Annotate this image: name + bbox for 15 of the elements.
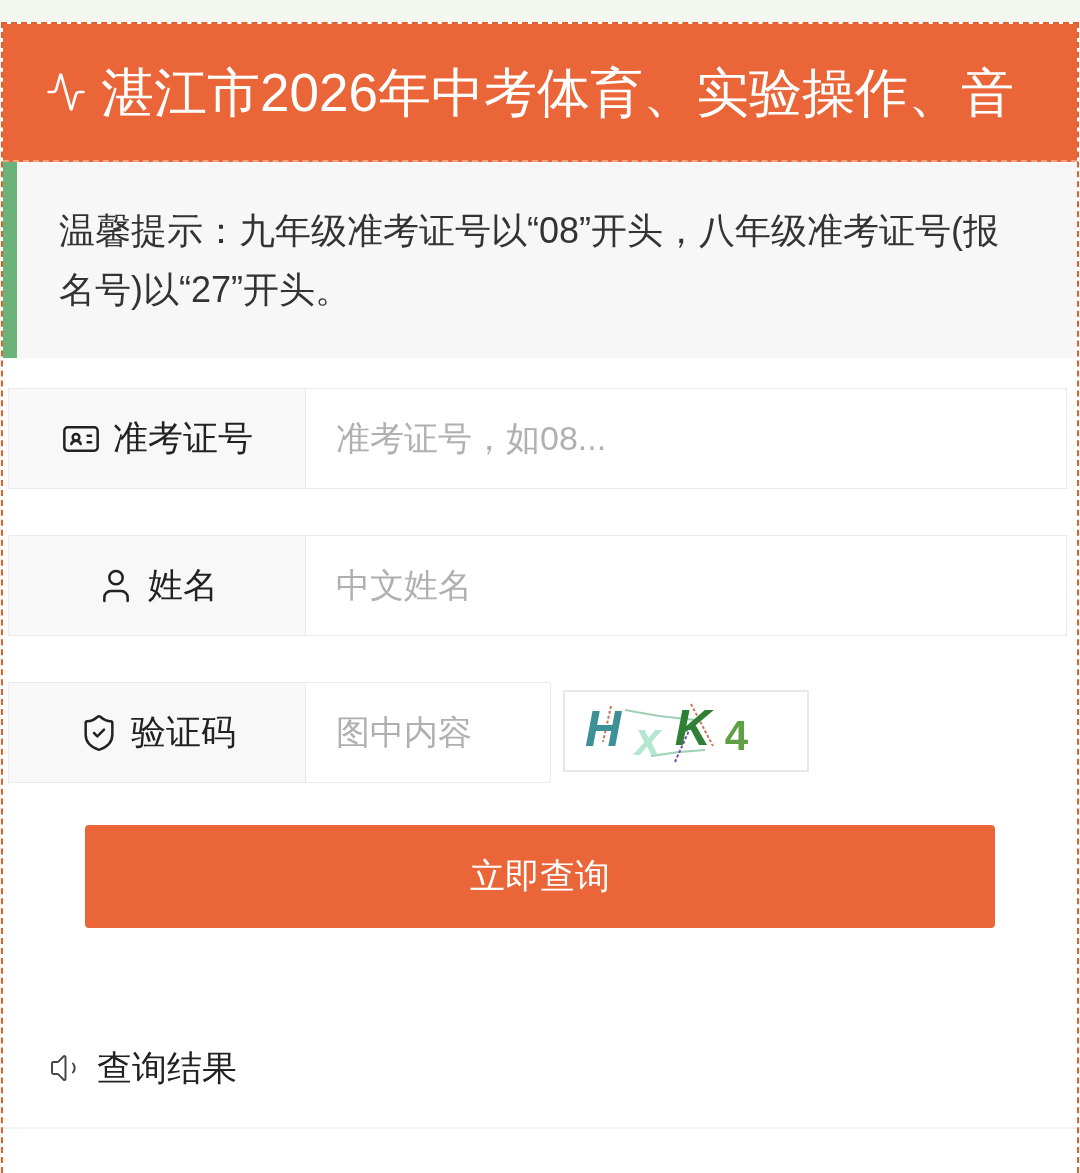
notice-text: 温馨提示：九年级准考证号以“08”开头，八年级准考证号(报名号)以“27”开头。 xyxy=(59,209,1000,312)
field-label: 准考证号 xyxy=(113,417,253,460)
text-input[interactable]: 中文姓名 xyxy=(306,535,1067,636)
captcha-character: x xyxy=(635,716,661,762)
pulse-icon xyxy=(45,71,87,113)
captcha-input[interactable]: 图中内容 xyxy=(306,682,551,783)
text-input[interactable]: 准考证号，如08... xyxy=(306,388,1067,489)
captcha-character: H xyxy=(585,704,622,754)
field-label: 验证码 xyxy=(130,711,236,754)
query-button[interactable]: 立即查询 xyxy=(85,825,995,928)
captcha-image[interactable]: H x K 4 xyxy=(563,690,809,772)
page-title: 湛江市2026年中考体育、实验操作、音 xyxy=(101,65,1014,119)
results-heading: 查询结果 xyxy=(97,1046,237,1089)
captcha-character: 4 xyxy=(724,715,749,757)
field-label: 姓名 xyxy=(148,564,218,607)
